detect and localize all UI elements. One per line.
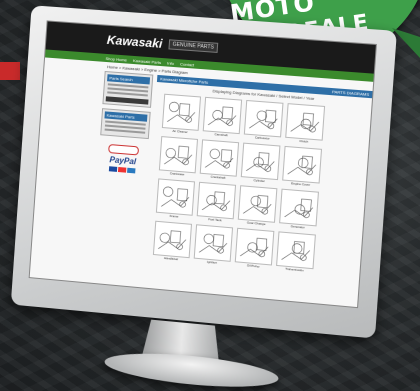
diagram-image[interactable] [279, 188, 319, 227]
diagram-thumbnail[interactable]: Handlebar [152, 220, 193, 263]
diagram-image[interactable] [196, 181, 237, 220]
site-body: Parts Search Kawasaki Parts PayPal Kawas… [32, 66, 373, 279]
diagram-image[interactable] [243, 99, 284, 138]
diagram-image[interactable] [155, 178, 196, 216]
diagram-grid: Air Cleaner Camshaft Carburetor Clutch Crank… [144, 91, 371, 279]
diagram-thumbnail[interactable]: Cylinder [240, 142, 281, 185]
parts-search-box: Parts Search [102, 70, 154, 108]
diagram-thumbnail[interactable]: Fuel Tank [196, 181, 237, 224]
secure-badge-icon [108, 143, 140, 156]
main-content: Kawasaki Microfiche Parts PARTS DIAGRAMS… [144, 74, 373, 280]
diagram-thumbnail[interactable]: Frame [155, 178, 196, 219]
payment-logos: PayPal [98, 143, 148, 174]
diagram-image[interactable] [161, 93, 202, 131]
search-field[interactable] [107, 91, 148, 97]
mastercard-icon [117, 166, 127, 173]
diagram-thumbnail[interactable]: Air Cleaner [161, 93, 202, 135]
diagram-image[interactable] [285, 103, 326, 141]
diagram-thumbnail[interactable]: Transmission [276, 231, 316, 273]
diagram-thumbnail[interactable]: Engine Cover [282, 145, 323, 188]
diagram-image[interactable] [282, 145, 323, 184]
diagram-thumbnail[interactable]: Oil Pump [234, 227, 275, 270]
site-logo[interactable]: Kawasaki [106, 33, 162, 51]
diagram-thumbnail[interactable]: Carburetor [243, 99, 284, 142]
diagram-image[interactable] [202, 96, 243, 135]
diagram-image[interactable] [152, 220, 193, 259]
diagram-image[interactable] [237, 185, 278, 223]
diagram-thumbnail[interactable]: Ignition [193, 224, 234, 266]
visa-icon [108, 166, 118, 172]
diagram-thumbnail[interactable]: Clutch [285, 103, 326, 145]
card-icons [108, 166, 136, 174]
amex-icon [127, 167, 136, 174]
diagram-image[interactable] [158, 136, 199, 174]
diagram-thumbnail[interactable]: Generator [279, 188, 319, 231]
diagram-image[interactable] [276, 231, 316, 270]
search-button[interactable] [105, 96, 149, 105]
nav-item[interactable]: Contact [180, 61, 194, 67]
diagram-image[interactable] [199, 139, 240, 177]
diagram-image[interactable] [193, 224, 234, 262]
nav-item[interactable]: Info [167, 60, 174, 66]
paypal-logo: PayPal [109, 155, 137, 167]
nav-item[interactable]: Shop Home [105, 55, 127, 62]
diagram-thumbnail[interactable]: Camshaft [202, 96, 243, 138]
monitor-screen: Kawasaki GENUINE PARTS Shop Home Kawasak… [28, 20, 377, 309]
kawasaki-parts-box: Kawasaki Parts [100, 108, 151, 140]
left-sidebar: Parts Search Kawasaki Parts PayPal [92, 70, 154, 260]
diagram-thumbnail[interactable]: Gear Change [237, 185, 278, 227]
monitor: Kawasaki GENUINE PARTS Shop Home Kawasak… [0, 0, 404, 391]
diagram-image[interactable] [234, 227, 275, 266]
diagram-image[interactable] [240, 142, 281, 181]
diagram-thumbnail[interactable]: Crankcase [158, 136, 199, 177]
site-tag: GENUINE PARTS [168, 39, 219, 53]
diagram-thumbnail[interactable]: Crankshaft [199, 139, 240, 180]
